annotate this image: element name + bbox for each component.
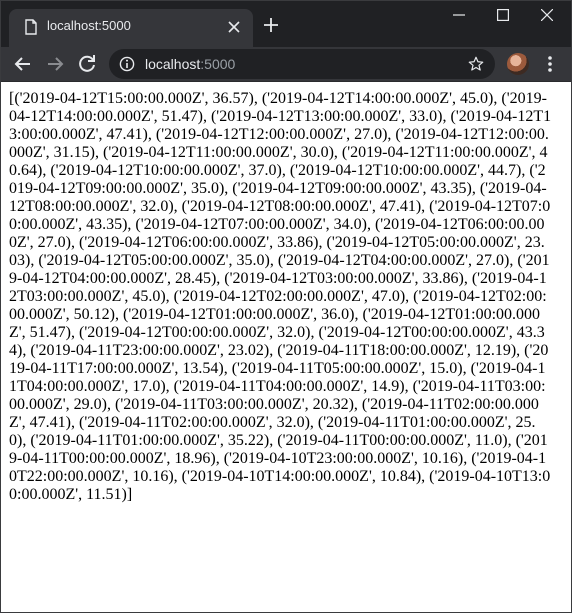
- tab-title: localhost:5000: [47, 18, 131, 33]
- new-tab-plus-icon[interactable]: [263, 17, 279, 33]
- url-port: :5000: [200, 56, 236, 72]
- window-close-icon: [541, 9, 553, 21]
- maximize-icon: [497, 9, 509, 21]
- maximize-button[interactable]: [481, 1, 525, 31]
- url-text[interactable]: localhost:5000: [145, 56, 235, 72]
- minimize-button[interactable]: [437, 1, 481, 31]
- arrow-left-icon[interactable]: [11, 52, 35, 76]
- arrow-right-icon[interactable]: [43, 52, 67, 76]
- browser-window: localhost:5000 localhost:5000 [('2019-04…: [0, 0, 572, 613]
- close-icon[interactable]: [227, 20, 241, 34]
- profile-avatar[interactable]: [507, 53, 529, 75]
- minimize-icon: [453, 14, 465, 16]
- kebab-menu-icon[interactable]: [542, 55, 558, 73]
- response-body-text: [('2019-04-12T15:00:00.000Z', 36.57), ('…: [9, 90, 552, 503]
- reload-icon[interactable]: [75, 52, 99, 76]
- info-icon[interactable]: [119, 56, 135, 72]
- address-bar[interactable]: localhost:5000: [109, 49, 495, 79]
- star-icon[interactable]: [467, 55, 485, 73]
- browser-toolbar: localhost:5000: [1, 47, 571, 82]
- window-close-button[interactable]: [525, 1, 569, 31]
- tab-localhost[interactable]: localhost:5000: [9, 9, 253, 47]
- page-icon: [25, 19, 37, 35]
- url-host: localhost: [145, 56, 201, 72]
- page-content: [('2019-04-12T15:00:00.000Z', 36.57), ('…: [1, 82, 571, 504]
- tab-strip: localhost:5000: [1, 1, 571, 47]
